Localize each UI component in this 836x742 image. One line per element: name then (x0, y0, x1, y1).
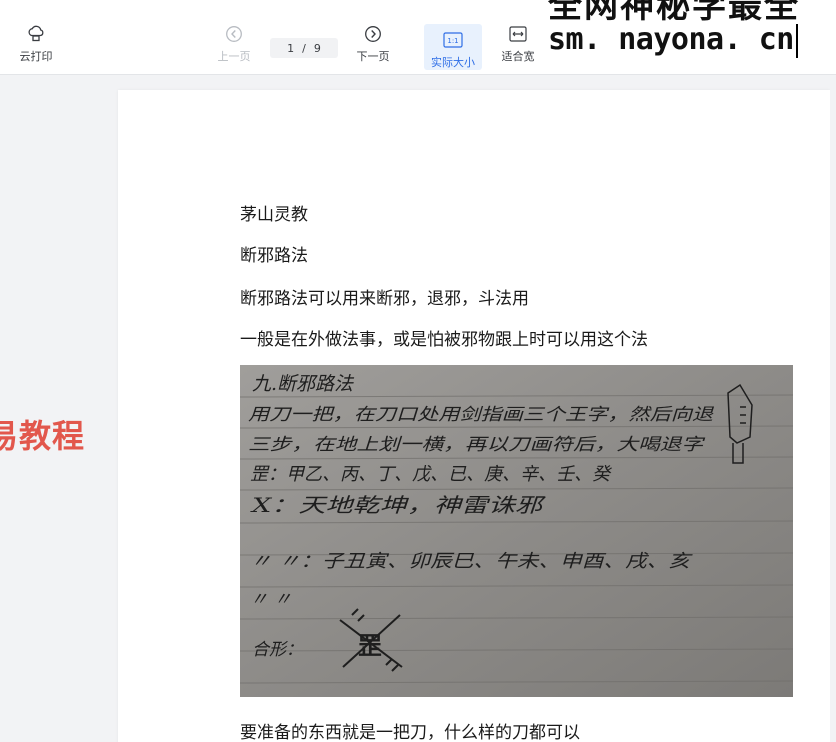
hw-line-2: 用刀一把，在刀口处用剑指画三个王字，然后向退 (248, 405, 714, 425)
next-page-label: 下一页 (356, 50, 390, 63)
fit-width-button[interactable]: 适合宽 (493, 24, 543, 70)
chevron-left-circle-icon (224, 24, 244, 44)
prev-page-label: 上一页 (217, 50, 251, 63)
side-banner-text: 易教程 (0, 417, 86, 455)
text-cursor (796, 24, 798, 58)
cloud-print-button[interactable]: 云打印 (13, 24, 59, 70)
doc-line-title: 茅山灵教 (240, 205, 308, 225)
doc-line-3: 断邪路法可以用来断邪，退邪，斗法用 (240, 289, 529, 309)
actual-size-icon: 1:1 (443, 30, 463, 50)
cloud-print-label: 云打印 (19, 50, 53, 63)
handwritten-notes-image: 九.断邪路法 用刀一把，在刀口处用剑指画三个王字，然后向退 三步，在地上划一横，… (240, 365, 793, 697)
fit-width-icon (508, 24, 528, 44)
right-scroll-gutter (830, 76, 836, 742)
hw-line-7: 〃 〃 (250, 589, 292, 610)
hw-line-3: 三步，在地上划一横，再以刀画符后，大喝退字 (248, 435, 706, 455)
page-separator: / (302, 41, 306, 55)
watermark-url: sm. nayona. cn (548, 22, 794, 57)
actual-size-button[interactable]: 1:1 实际大小 (424, 24, 482, 70)
doc-line-4: 一般是在外做法事，或是怕被邪物跟上时可以用这个法 (240, 330, 648, 350)
next-page-button[interactable]: 下一页 (350, 24, 396, 70)
doc-line-bottom: 要准备的东西就是一把刀，什么样的刀都可以 (240, 723, 580, 742)
hw-line-4: 罡：甲乙、丙、丁、戊、已、庚、辛、壬、癸 (250, 464, 613, 485)
svg-text:1:1: 1:1 (447, 37, 458, 45)
hw-line-8: 合形： (252, 640, 303, 660)
seal-glyph: 罡 (358, 631, 382, 660)
fit-width-label: 适合宽 (501, 50, 535, 63)
current-page-input[interactable]: 1 (287, 42, 294, 55)
left-panel: 易教程 (0, 76, 118, 742)
cloud-print-icon (26, 24, 46, 44)
hw-line-1: 九.断邪路法 (252, 373, 355, 395)
doc-line-subtitle: 断邪路法 (240, 246, 308, 266)
hw-line-6: 〃 〃：子丑寅、卯辰巳、午未、申酉、戌、亥 (250, 551, 694, 572)
prev-page-button[interactable]: 上一页 (210, 24, 258, 70)
hw-line-5: X：天地乾坤，神雷诛邪 (249, 493, 546, 517)
total-pages: 9 (313, 41, 321, 55)
page-indicator[interactable]: 1 / 9 (270, 38, 338, 58)
actual-size-label: 实际大小 (431, 56, 475, 69)
chevron-right-circle-icon (363, 24, 383, 44)
